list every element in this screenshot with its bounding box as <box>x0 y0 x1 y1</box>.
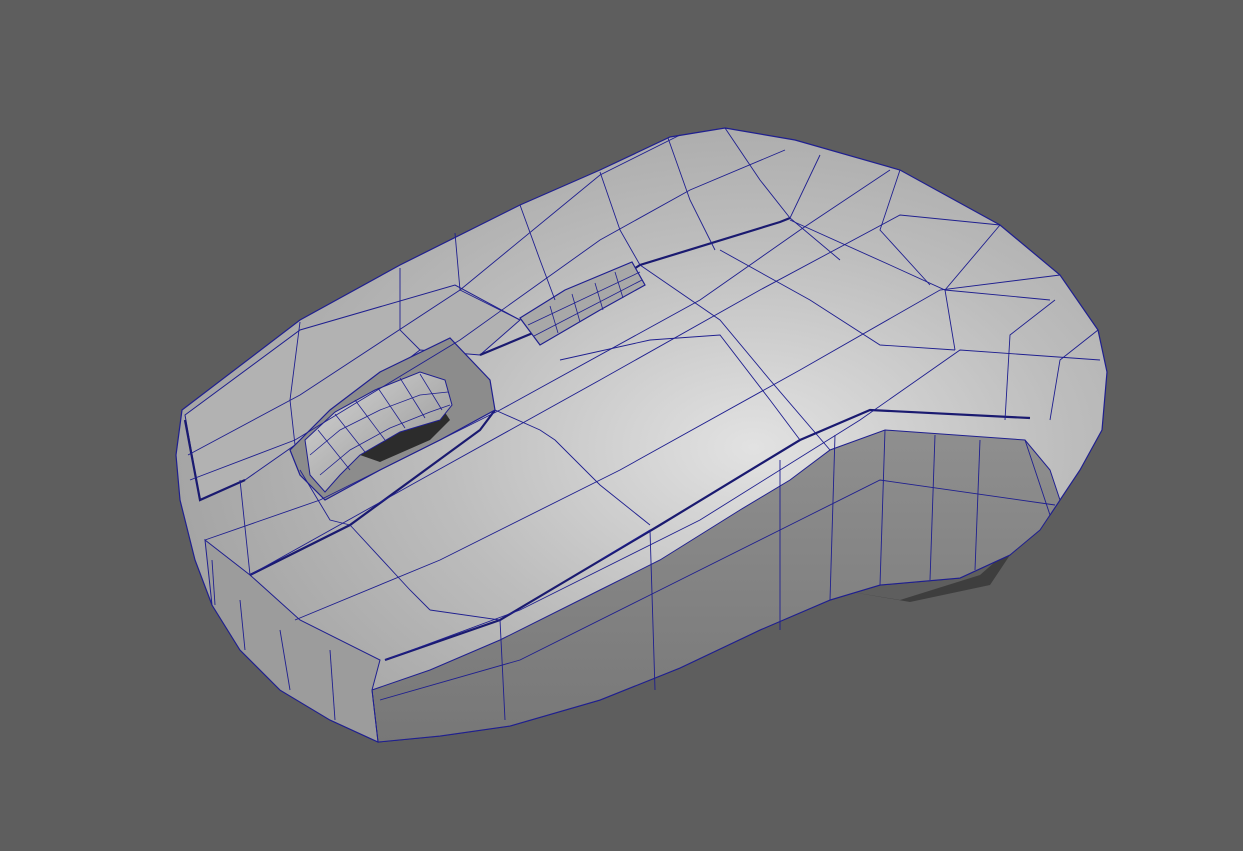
3d-viewport[interactable] <box>0 0 1243 851</box>
mouse-mesh-svg[interactable] <box>0 0 1243 851</box>
